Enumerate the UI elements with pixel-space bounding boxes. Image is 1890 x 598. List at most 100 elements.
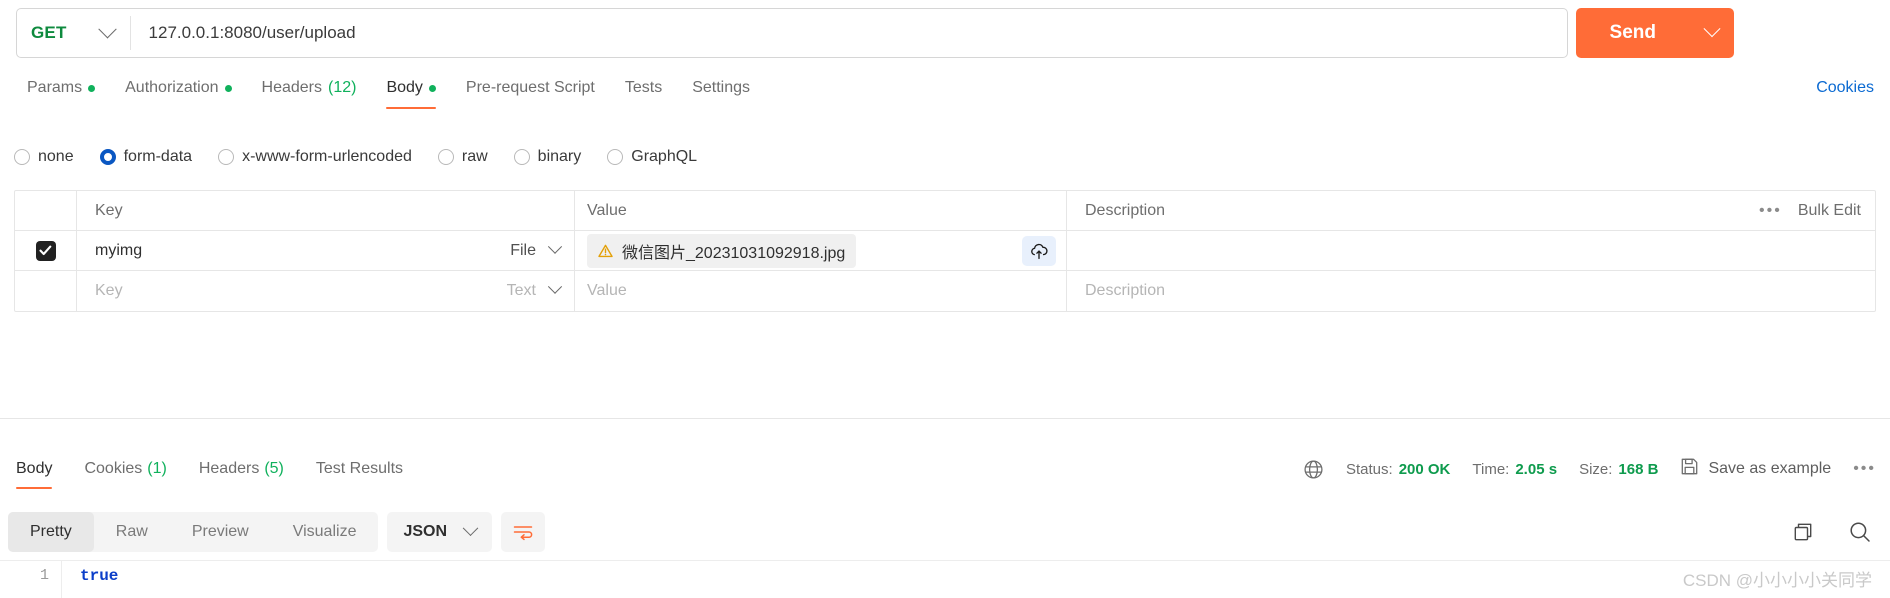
radio-x-www-form-urlencoded[interactable]: x-www-form-urlencoded (218, 148, 412, 166)
header-cell-description: Description ••• Bulk Edit (1067, 191, 1875, 230)
value-type-dropdown[interactable]: Text (506, 279, 563, 300)
empty-row-key-cell: Key Text (77, 271, 575, 311)
response-format-dropdown[interactable]: JSON (387, 512, 493, 552)
empty-row-checkbox-cell (15, 271, 77, 311)
table-actions: ••• Bulk Edit (1759, 191, 1875, 231)
more-options-icon[interactable]: ••• (1759, 203, 1782, 219)
tab-headers[interactable]: Headers (12) (247, 70, 372, 106)
response-body-editor[interactable]: 1 true (0, 560, 1890, 598)
radio-label: raw (461, 148, 488, 165)
response-view-toolbar: Pretty Raw Preview Visualize JSON (8, 510, 546, 554)
status-label: Status: (1345, 460, 1393, 478)
table-row: myimg File 微信图片_20231031092918.jpg (15, 231, 1875, 271)
radio-mark (14, 149, 30, 165)
radio-label: x-www-form-urlencoded (242, 148, 412, 165)
time-value: 2.05 s (1515, 460, 1558, 478)
response-tab-headers[interactable]: Headers (5) (183, 452, 300, 486)
radio-label: form-data (123, 148, 193, 165)
chevron-down-icon (1703, 20, 1721, 38)
globe-icon[interactable] (1303, 459, 1324, 480)
search-icon[interactable] (1848, 520, 1872, 544)
radio-label: GraphQL (631, 148, 698, 165)
copy-icon[interactable] (1792, 521, 1814, 543)
tab-settings[interactable]: Settings (677, 70, 765, 106)
row-checkbox[interactable] (35, 240, 56, 261)
tab-label: Pre-request Script (465, 79, 595, 96)
save-as-example-button[interactable]: Save as example (1680, 457, 1831, 481)
modified-dot-icon (88, 84, 96, 92)
tab-count: (1) (147, 460, 167, 477)
description-input-placeholder[interactable]: Description (1085, 282, 1165, 300)
empty-row-description-cell: Description (1067, 271, 1875, 311)
radio-label: binary (537, 148, 582, 165)
value-type-label: Text (506, 282, 536, 299)
radio-binary[interactable]: binary (513, 148, 582, 166)
row-description-cell[interactable] (1067, 231, 1875, 270)
radio-mark (513, 149, 530, 165)
request-tabs: Params Authorization Headers (12) Body P… (12, 70, 765, 109)
row-value-cell: 微信图片_20231031092918.jpg (575, 231, 1067, 270)
url-input[interactable] (130, 23, 1567, 43)
tab-label: Body (16, 460, 53, 477)
table-empty-row: Key Text Value Description (15, 271, 1875, 311)
response-utility-icons (1792, 510, 1872, 554)
size-label: Size: (1579, 460, 1613, 478)
radio-mark (437, 149, 454, 165)
line-number: 1 (39, 567, 49, 584)
radio-graphql[interactable]: GraphQL (607, 148, 697, 166)
file-chip[interactable]: 微信图片_20231031092918.jpg (587, 233, 857, 268)
chevron-down-icon (547, 279, 563, 294)
tab-authorization[interactable]: Authorization (110, 70, 246, 106)
time-label: Time: (1472, 460, 1510, 478)
view-mode-preview[interactable]: Preview (170, 512, 271, 552)
header-cell-check (15, 191, 77, 230)
response-divider (0, 418, 1890, 419)
form-data-table: Key Value Description ••• Bulk Edit myim… (14, 190, 1876, 312)
chevron-down-icon (462, 519, 479, 536)
modified-dot-icon (224, 84, 232, 92)
send-options-button[interactable] (1690, 8, 1734, 58)
cookies-link[interactable]: Cookies (1816, 70, 1874, 106)
tab-label: Test Results (315, 460, 404, 477)
key-input[interactable]: myimg (95, 242, 142, 260)
view-mode-pretty[interactable]: Pretty (8, 512, 94, 552)
tab-params[interactable]: Params (12, 70, 110, 106)
tab-body[interactable]: Body (371, 70, 450, 109)
url-bar: GET Send (16, 8, 1734, 58)
tab-tests[interactable]: Tests (610, 70, 677, 106)
send-button[interactable]: Send (1575, 8, 1690, 58)
response-tab-body[interactable]: Body (0, 452, 68, 489)
chevron-down-icon (547, 239, 563, 254)
view-mode-raw[interactable]: Raw (94, 512, 170, 552)
tab-pre-request-script[interactable]: Pre-request Script (451, 70, 610, 106)
table-header-row: Key Value Description ••• Bulk Edit (15, 191, 1875, 231)
status-group: Status: 200 OK (1346, 461, 1450, 478)
response-format-label: JSON (403, 523, 448, 540)
save-as-example-label: Save as example (1708, 460, 1832, 477)
bulk-edit-button[interactable]: Bulk Edit (1798, 202, 1861, 220)
value-type-dropdown[interactable]: File (510, 239, 563, 260)
word-wrap-icon[interactable] (501, 512, 546, 552)
code-line: true (80, 567, 119, 585)
http-method-dropdown[interactable]: GET (17, 9, 130, 57)
tab-label: Params (27, 79, 83, 96)
radio-raw[interactable]: raw (437, 148, 488, 166)
response-more-options-icon[interactable]: ••• (1853, 461, 1876, 477)
key-input-placeholder[interactable]: Key (95, 282, 123, 300)
response-tab-test-results[interactable]: Test Results (300, 452, 419, 486)
value-input-placeholder[interactable]: Value (587, 282, 627, 300)
line-number-gutter: 1 (0, 561, 62, 598)
cloud-upload-icon[interactable] (1022, 235, 1056, 266)
view-mode-visualize[interactable]: Visualize (271, 512, 379, 552)
tab-count: (12) (328, 79, 357, 96)
postman-request-response-pane: GET Send Params Authorization Headers (1… (0, 0, 1890, 598)
tab-label: Body (386, 79, 423, 96)
radio-none[interactable]: none (14, 148, 74, 166)
response-tab-cookies[interactable]: Cookies (1) (68, 452, 182, 486)
response-status-bar: Status: 200 OK Time: 2.05 s Size: 168 B … (1303, 452, 1876, 486)
tab-label: Headers (198, 460, 260, 477)
radio-form-data[interactable]: form-data (99, 148, 193, 166)
empty-row-value-cell: Value (575, 271, 1067, 311)
chevron-down-icon (97, 19, 117, 38)
row-key-cell: myimg File (77, 231, 575, 270)
